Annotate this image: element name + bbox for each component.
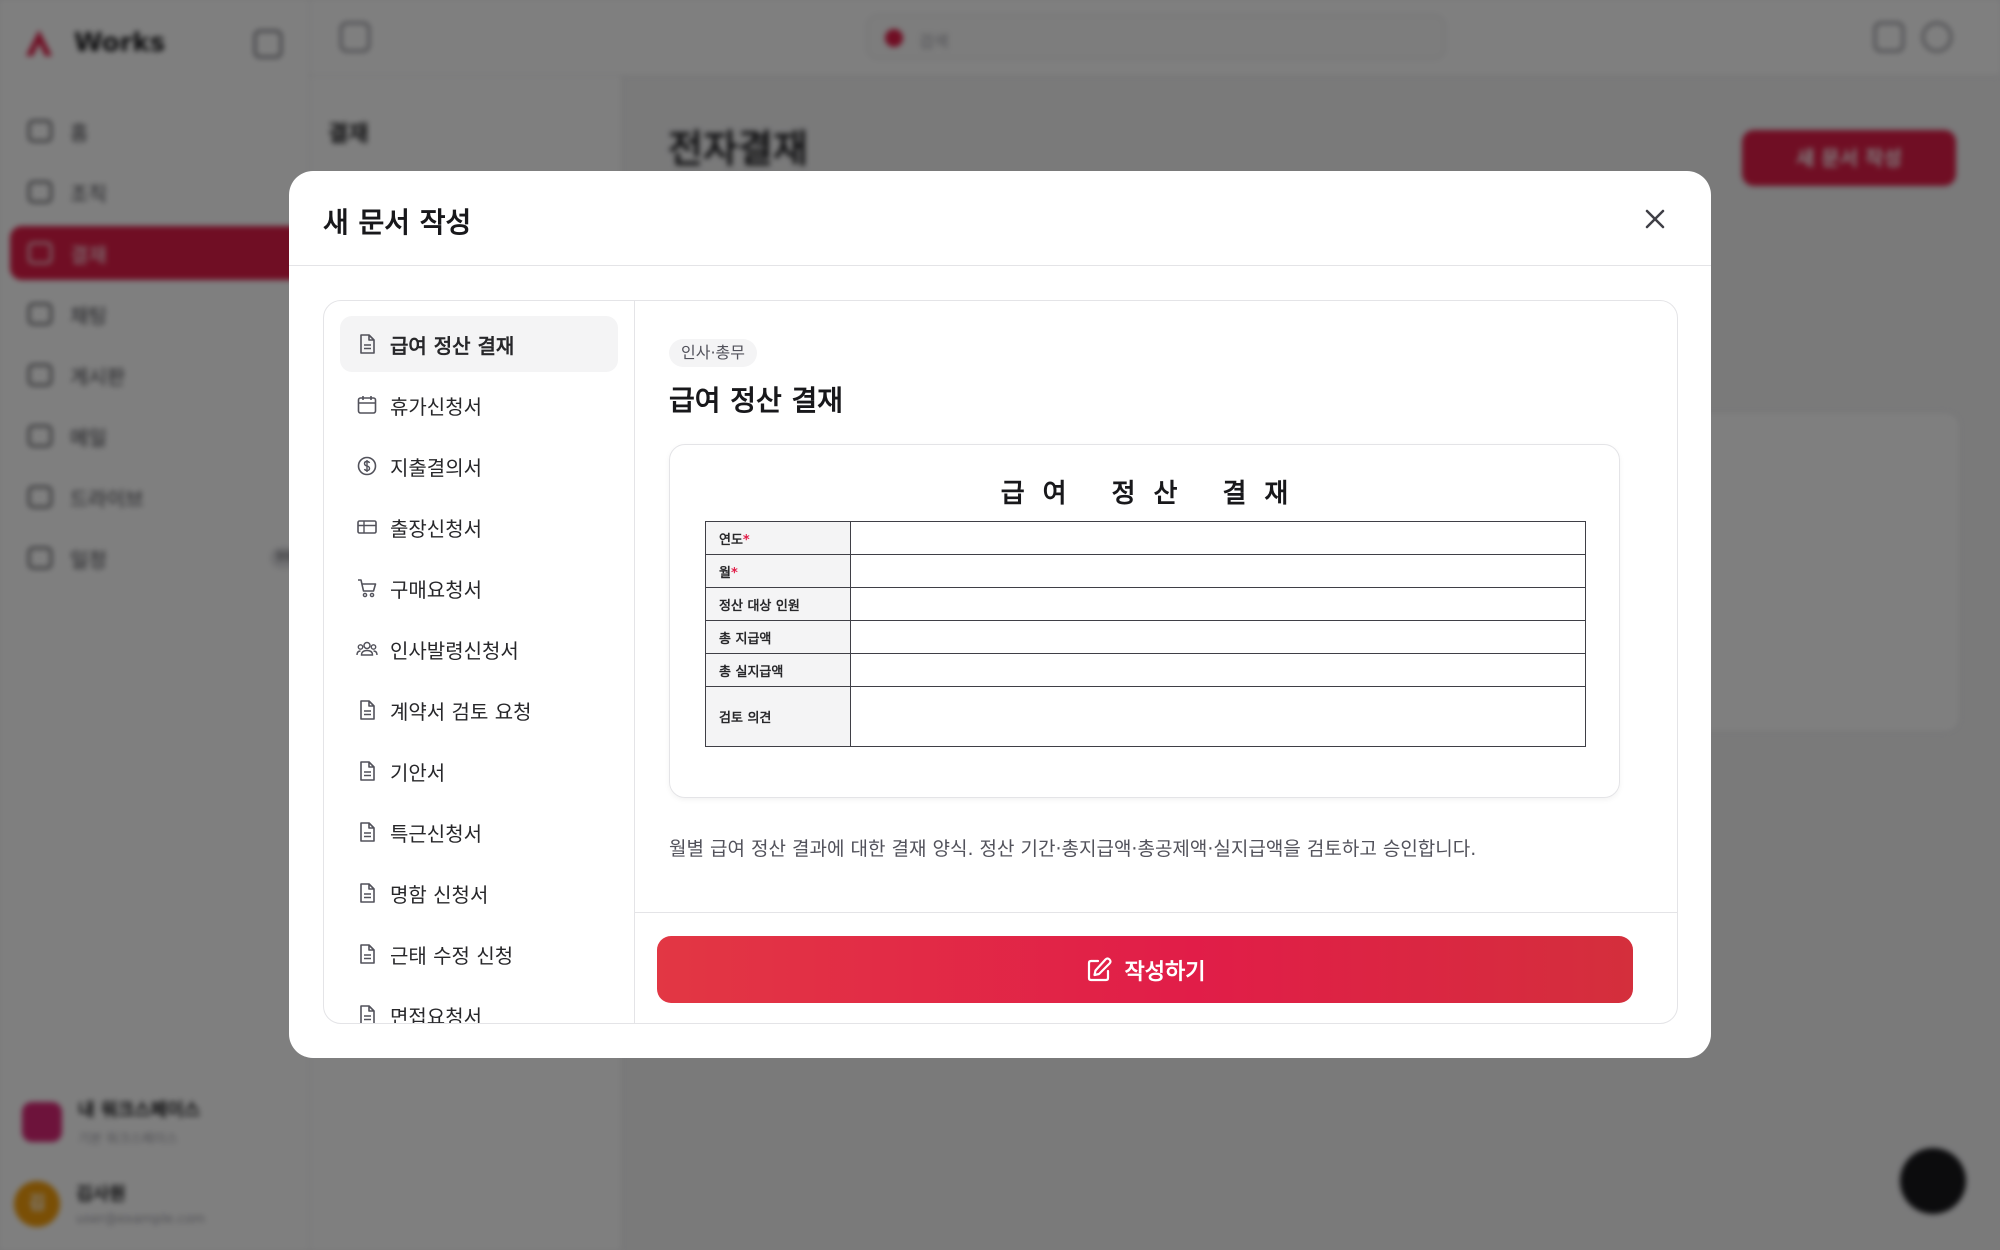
field-label-text: 검토 의견 (719, 711, 772, 726)
template-label: 특근신청서 (390, 821, 482, 846)
template-title: 급여 정산 결재 (669, 384, 844, 417)
field-label-text: 총 지급액 (719, 631, 772, 647)
field-label: 총 지급액 (705, 620, 851, 654)
template-label: 면접요청서 (390, 1004, 482, 1024)
table-row: 정산 대상 인원 (705, 587, 1586, 621)
document-icon (360, 1005, 375, 1023)
dollar-circle-icon (357, 456, 377, 476)
cart-icon (358, 579, 377, 598)
table-row: 연도* (705, 521, 1586, 555)
template-item-business-card[interactable]: 명함 신청서 (340, 865, 618, 921)
document-icon (360, 883, 375, 903)
template-label: 명함 신청서 (390, 882, 489, 907)
field-label-text: 총 실지급액 (719, 664, 784, 680)
template-item-purchase[interactable]: 구매요청서 (340, 560, 618, 616)
template-description: 월별 급여 정산 결과에 대한 결재 양식. 정산 기간·총지급액·총공제액·실… (669, 838, 1477, 860)
form-heading: 급여 정산 결재 (1000, 479, 1307, 509)
table-row: 총 실지급액 (705, 653, 1586, 687)
template-label: 지출결의서 (390, 455, 482, 480)
field-value-cell (850, 620, 1586, 654)
field-value-cell (850, 554, 1586, 588)
modal-body: 급여 정산 결재 휴가신청서 지출결의서 출장신청서 구매요청서 인사발령신청서 (323, 300, 1678, 1024)
ticket-icon (357, 520, 377, 534)
users-icon (356, 641, 378, 656)
template-label: 출장신청서 (390, 516, 482, 541)
calendar-icon (357, 396, 377, 414)
template-list[interactable]: 급여 정산 결재 휴가신청서 지출결의서 출장신청서 구매요청서 인사발령신청서 (324, 301, 635, 1024)
template-label: 휴가신청서 (390, 394, 482, 419)
preview-footer: 작성하기 (635, 912, 1677, 1023)
close-icon[interactable] (1639, 203, 1671, 235)
field-value-cell (850, 521, 1586, 555)
template-item-leave[interactable]: 휴가신청서 (340, 377, 618, 433)
modal-header: 새 문서 작성 (289, 171, 1711, 266)
table-row: 검토 의견 (705, 686, 1586, 747)
document-icon (360, 700, 375, 720)
template-item-overtime[interactable]: 특근신청서 (340, 804, 618, 860)
template-item-attendance-fix[interactable]: 근태 수정 신청 (340, 926, 618, 982)
template-item-expense[interactable]: 지출결의서 (340, 438, 618, 494)
field-label-text: 연도 (719, 532, 743, 548)
document-icon (360, 944, 375, 964)
category-badge: 인사·총무 (669, 339, 757, 367)
table-row: 총 지급액 (705, 620, 1586, 654)
document-icon (360, 822, 375, 842)
field-label-text: 월 (719, 565, 731, 581)
template-label: 근태 수정 신청 (390, 943, 514, 968)
field-label: 검토 의견 (705, 686, 851, 747)
field-label: 정산 대상 인원 (705, 587, 851, 621)
template-item-payroll[interactable]: 급여 정산 결재 (340, 316, 618, 372)
template-item-trip[interactable]: 출장신청서 (340, 499, 618, 555)
template-preview: 인사·총무 급여 정산 결재 급여 정산 결재 연도* 월* 정산 대상 인원 (635, 301, 1677, 1023)
document-icon (360, 334, 375, 354)
required-mark: * (730, 565, 738, 581)
field-label-text: 정산 대상 인원 (719, 598, 800, 614)
form-preview-card: 급여 정산 결재 연도* 월* 정산 대상 인원 총 지급액 총 실지급액 검토… (669, 444, 1620, 798)
template-label: 기안서 (390, 760, 446, 785)
edit-icon (1087, 956, 1112, 981)
table-row: 월* (705, 554, 1586, 588)
template-label: 급여 정산 결재 (390, 333, 515, 358)
template-item-contract-review[interactable]: 계약서 검토 요청 (340, 682, 618, 738)
template-label: 인사발령신청서 (390, 638, 519, 663)
field-label: 연도* (705, 521, 851, 555)
document-icon (360, 761, 375, 781)
template-label: 계약서 검토 요청 (390, 699, 532, 724)
field-label: 월* (705, 554, 851, 588)
field-value-cell (850, 686, 1586, 747)
required-mark: * (742, 532, 750, 548)
new-document-modal: 새 문서 작성 급여 정산 결재 휴가신청서 지출결의서 출장신청서 구매요청서… (289, 171, 1711, 1058)
form-table: 연도* 월* 정산 대상 인원 총 지급액 총 실지급액 검토 의견 (705, 521, 1586, 747)
field-label: 총 실지급액 (705, 653, 851, 687)
modal-title: 새 문서 작성 (323, 206, 472, 239)
field-value-cell (850, 653, 1586, 687)
template-item-interview[interactable]: 면접요청서 (340, 987, 618, 1024)
create-document-button[interactable]: 작성하기 (657, 936, 1633, 1003)
template-item-draft[interactable]: 기안서 (340, 743, 618, 799)
field-value-cell (850, 587, 1586, 621)
template-item-hr-order[interactable]: 인사발령신청서 (340, 621, 618, 677)
create-button-label: 작성하기 (1124, 959, 1206, 985)
template-label: 구매요청서 (390, 577, 482, 602)
